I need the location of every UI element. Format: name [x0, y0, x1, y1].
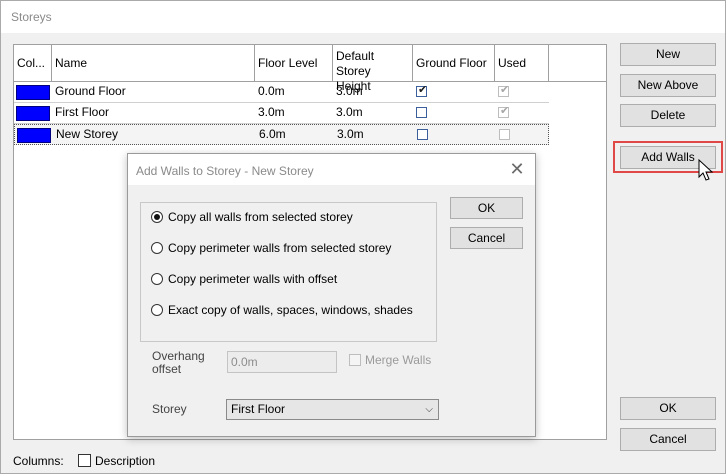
check-mark-icon: ✔ — [418, 84, 428, 96]
dialog-title: Add Walls to Storey - New Storey — [136, 164, 314, 178]
storey-floor-level[interactable]: 0.0m — [255, 82, 285, 102]
column-header-floor-level[interactable]: Floor Level — [255, 45, 333, 82]
check-mark-icon: ✔ — [500, 84, 510, 96]
delete-button[interactable]: Delete — [620, 104, 716, 127]
grid-header: Col... Name Floor Level Default Storey H… — [14, 45, 606, 93]
chevron-down-icon: ⌵ — [425, 404, 433, 415]
column-header-used[interactable]: Used — [495, 45, 549, 82]
merge-walls-label: Merge Walls — [365, 353, 432, 367]
new-button[interactable]: New — [620, 43, 716, 66]
storey-name[interactable]: New Storey — [53, 125, 118, 145]
color-swatch[interactable] — [16, 106, 50, 121]
description-label: Description — [95, 454, 156, 468]
storey-select-value: First Floor — [231, 402, 285, 416]
radio-button[interactable] — [151, 304, 163, 316]
color-swatch[interactable] — [17, 128, 51, 143]
storey-floor-level[interactable]: 3.0m — [255, 103, 285, 123]
column-header-name[interactable]: Name — [52, 45, 255, 82]
used-checkbox — [499, 129, 510, 140]
color-swatch[interactable] — [16, 85, 50, 100]
check-mark-icon: ✔ — [500, 105, 510, 117]
copy-options-group: Copy all walls from selected storey Copy… — [140, 202, 437, 342]
mouse-pointer-icon — [698, 159, 714, 181]
radio-button[interactable] — [151, 242, 163, 254]
ok-button[interactable]: OK — [620, 397, 716, 420]
description-checkbox[interactable] — [78, 454, 91, 467]
window-title: Storeys — [11, 10, 52, 24]
dialog-titlebar: Add Walls to Storey - New Storey ✕ — [128, 154, 535, 185]
add-walls-dialog: Add Walls to Storey - New Storey ✕ Copy … — [127, 153, 536, 437]
close-icon[interactable]: ✕ — [507, 158, 527, 180]
used-checkbox: ✔ — [498, 105, 510, 118]
radio-label: Copy perimeter walls from selected store… — [168, 241, 392, 255]
ground-floor-checkbox[interactable] — [417, 129, 428, 140]
used-checkbox: ✔ — [498, 84, 510, 97]
dialog-ok-button[interactable]: OK — [450, 197, 523, 219]
window-titlebar: Storeys — [1, 1, 725, 33]
storey-height[interactable]: 3.0m — [333, 82, 363, 102]
storey-height[interactable]: 3.0m — [334, 125, 364, 145]
column-header-color[interactable]: Col... — [14, 45, 52, 82]
ground-floor-checkbox[interactable] — [416, 107, 427, 118]
offset-label: offset — [152, 362, 182, 376]
column-header-ground-floor[interactable]: Ground Floor — [413, 45, 495, 82]
table-row-selected[interactable]: New Storey 6.0m 3.0m — [14, 124, 549, 145]
radio-button[interactable] — [151, 273, 163, 285]
radio-label: Copy perimeter walls with offset — [168, 272, 338, 286]
cancel-button[interactable]: Cancel — [620, 428, 716, 451]
column-header-default-storey-height[interactable]: Default Storey Height — [333, 45, 413, 93]
merge-walls-checkbox — [349, 354, 361, 366]
table-row[interactable]: Ground Floor 0.0m 3.0m ✔ ✔ — [14, 82, 549, 103]
storey-label: Storey — [152, 402, 187, 416]
storey-select[interactable]: First Floor ⌵ — [226, 399, 439, 420]
storey-floor-level[interactable]: 6.0m — [256, 125, 286, 145]
columns-bar: Columns: Description — [13, 451, 313, 471]
overhang-label: Overhang — [152, 349, 205, 363]
dialog-cancel-button[interactable]: Cancel — [450, 227, 523, 249]
storey-height[interactable]: 3.0m — [333, 103, 363, 123]
storey-name[interactable]: Ground Floor — [52, 82, 126, 102]
columns-label: Columns: — [13, 454, 64, 468]
radio-label: Copy all walls from selected storey — [168, 210, 353, 224]
new-above-button[interactable]: New Above — [620, 74, 716, 97]
overhang-offset-field: 0.0m — [227, 351, 337, 373]
storeys-window: Storeys Col... Name Floor Level Default … — [0, 0, 726, 474]
ground-floor-checkbox[interactable]: ✔ — [416, 84, 428, 97]
radio-label: Exact copy of walls, spaces, windows, sh… — [168, 303, 413, 317]
storey-name[interactable]: First Floor — [52, 103, 109, 123]
table-row[interactable]: First Floor 3.0m 3.0m ✔ — [14, 103, 549, 124]
radio-button-selected[interactable] — [151, 211, 163, 223]
